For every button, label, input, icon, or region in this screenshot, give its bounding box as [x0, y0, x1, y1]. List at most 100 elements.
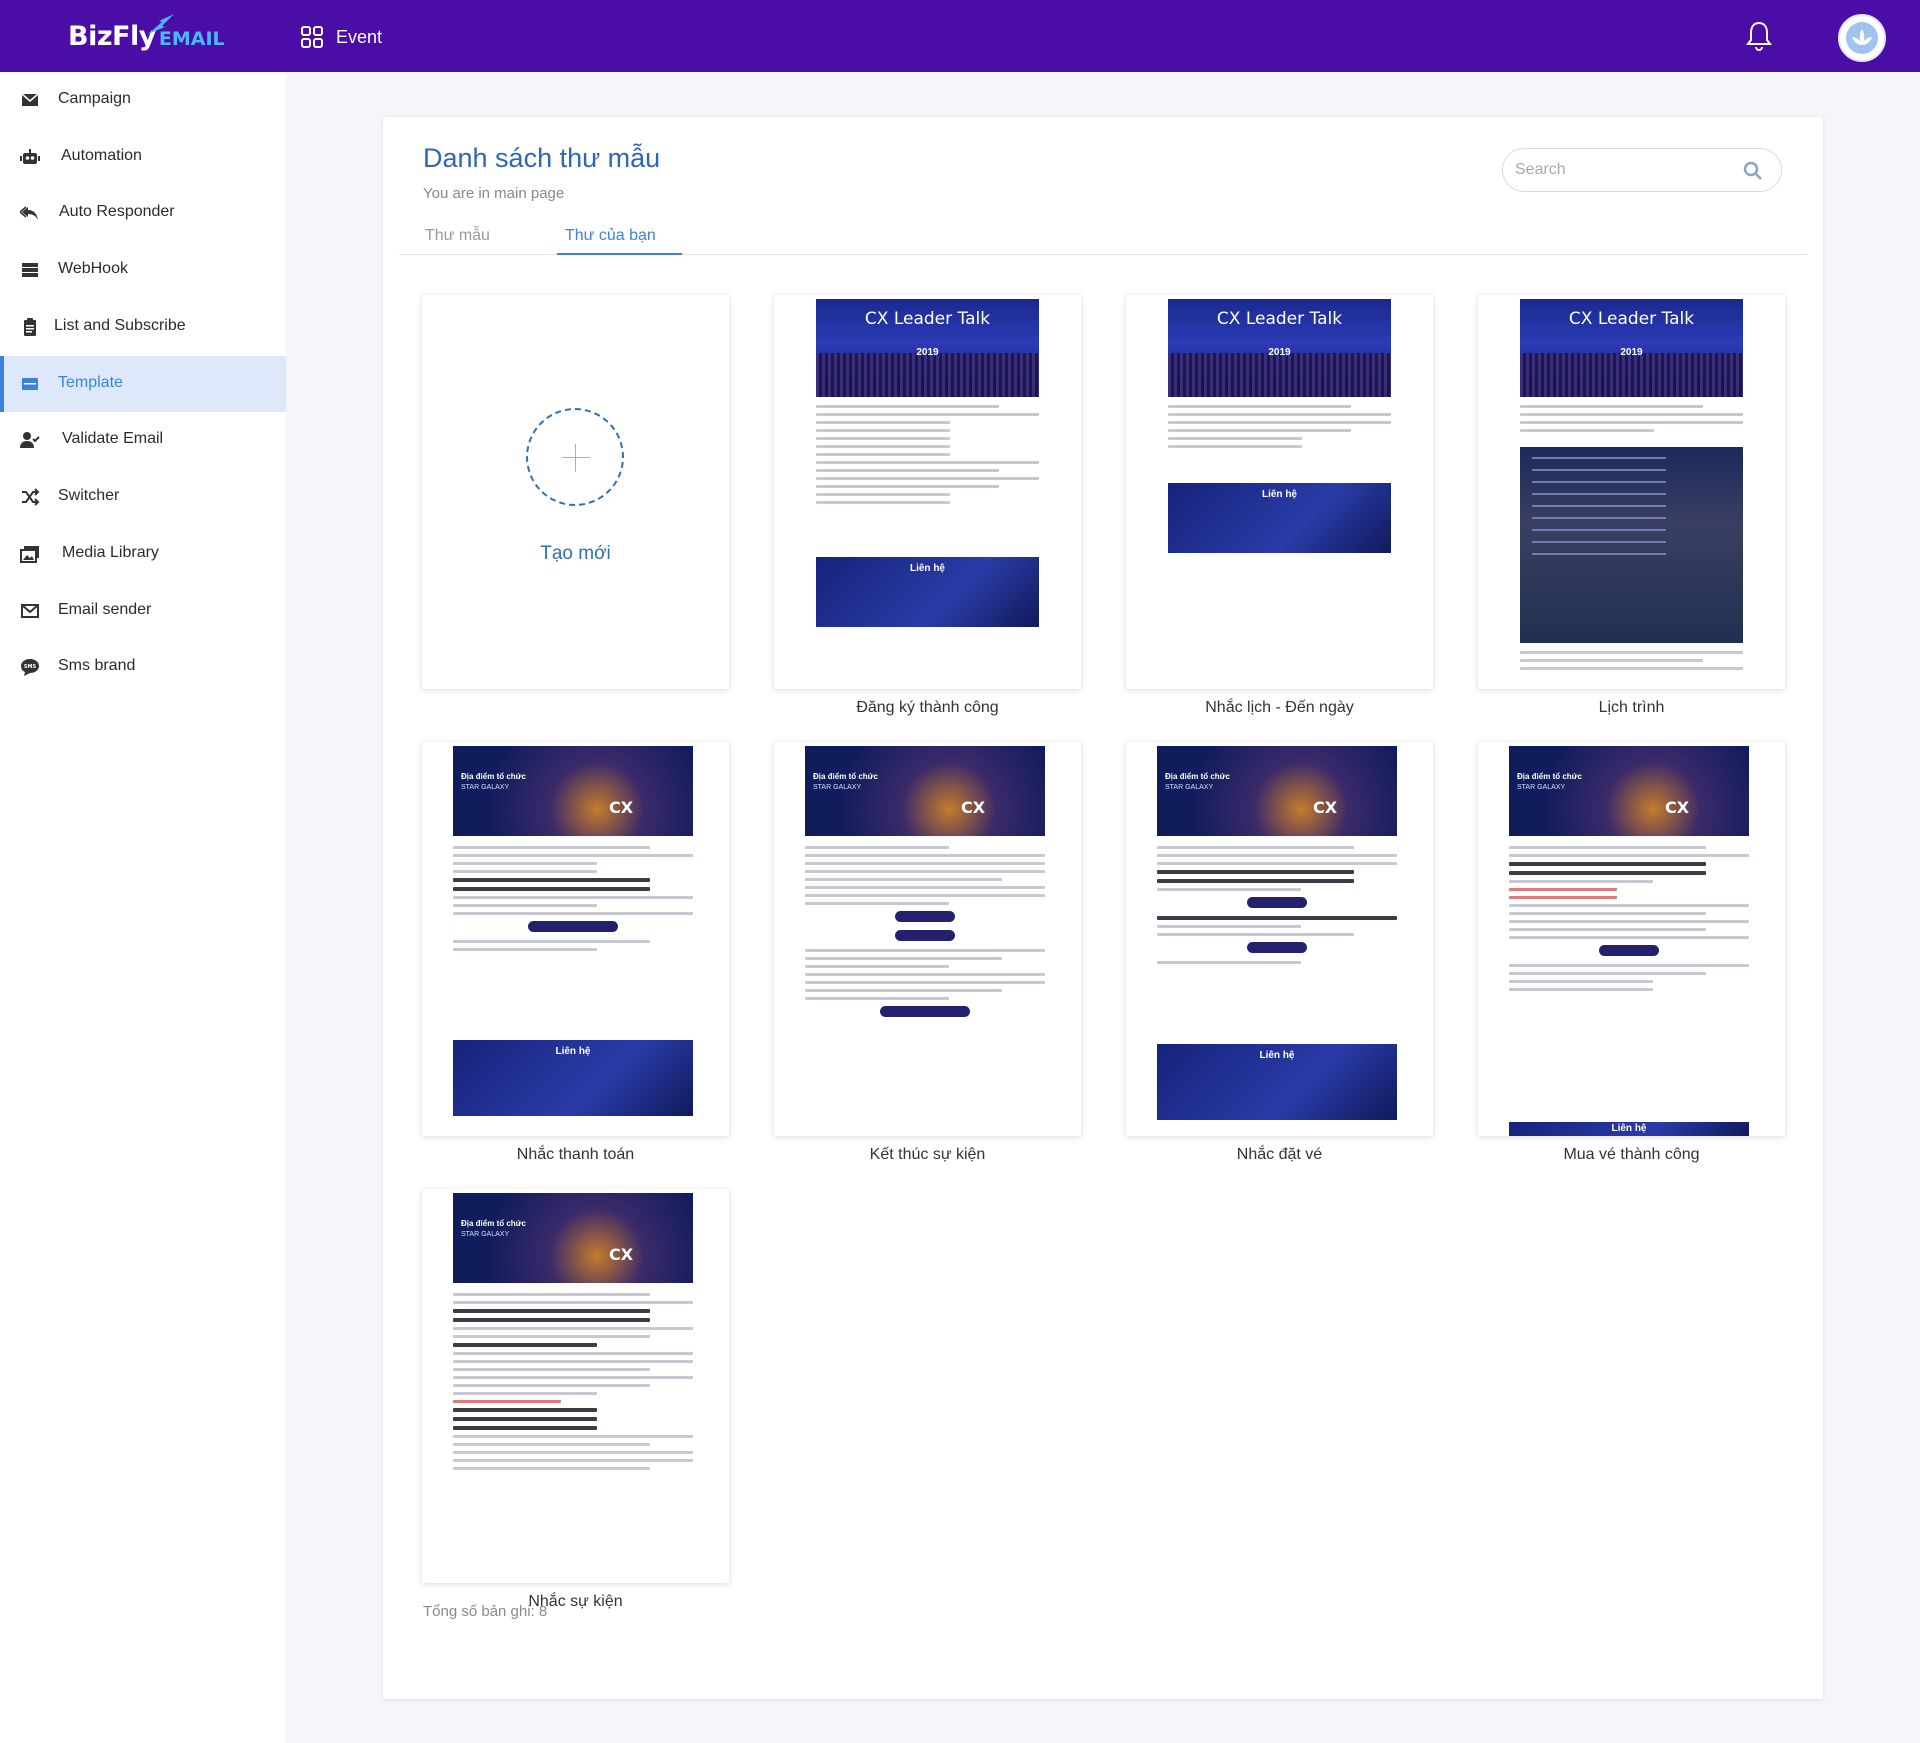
- sidebar-item-validate-email[interactable]: Validate Email: [0, 412, 286, 468]
- sidebar-item-label: Switcher: [58, 487, 120, 504]
- sidebar-item-label: Media Library: [62, 544, 159, 561]
- banner-venue: STAR GALAXY: [1165, 784, 1214, 791]
- banner-title: CX Leader Talk: [864, 309, 991, 329]
- template-name: Mua vé thành công: [1563, 1146, 1700, 1163]
- banner-brand: CX: [609, 798, 634, 817]
- template-preview-text: [453, 1293, 693, 1475]
- template-card[interactable]: Địa điểm tổ chức STAR GALAXY CX Liên hệ: [1126, 742, 1433, 1136]
- create-template-label: Tạo mới: [540, 543, 611, 564]
- template-card[interactable]: Địa điểm tổ chức STAR GALAXY CX Liên hệ: [1478, 742, 1785, 1136]
- clipboard-icon: [24, 318, 36, 336]
- envelope-icon: [21, 93, 39, 106]
- top-navbar: BizFly EMAIL Event: [0, 0, 1920, 72]
- banner-venue: STAR GALAXY: [461, 1231, 510, 1238]
- logo-text: BizFly: [68, 20, 156, 52]
- template-card[interactable]: CX Leader Talk 2019 Liên hệ: [774, 295, 1081, 689]
- banner-year: 2019: [1268, 347, 1291, 358]
- template-preview-text: [1520, 651, 1743, 675]
- user-check-icon: [20, 432, 40, 448]
- template-card[interactable]: Địa điểm tổ chức STAR GALAXY CX: [774, 742, 1081, 1136]
- add-circle-icon: [526, 408, 624, 506]
- footer-title: Liên hệ: [1611, 1123, 1647, 1134]
- sidebar-item-automation[interactable]: Automation: [0, 129, 286, 185]
- grid-icon: [301, 26, 323, 48]
- robot-icon: [20, 149, 40, 164]
- sidebar-item-switcher[interactable]: Switcher: [0, 469, 286, 525]
- sidebar-item-label: List and Subscribe: [54, 317, 186, 334]
- banner-year: 2019: [916, 347, 939, 358]
- sidebar-item-campaign[interactable]: Campaign: [0, 72, 286, 128]
- template-preview-schedule: [1520, 447, 1743, 643]
- template-preview-text: [805, 846, 1045, 1025]
- sidebar-item-label: WebHook: [58, 260, 128, 277]
- sidebar-item-template[interactable]: Template: [0, 356, 286, 412]
- template-name: Lịch trình: [1598, 699, 1665, 716]
- banner-venue: STAR GALAXY: [461, 784, 510, 791]
- template-card[interactable]: CX Leader Talk 2019: [1478, 295, 1785, 689]
- sidebar-item-label: Validate Email: [62, 430, 164, 447]
- template-preview-footer: Liên hệ: [453, 1040, 693, 1116]
- template-preview-banner: CX Leader Talk 2019: [1168, 299, 1391, 397]
- create-template-card[interactable]: Tạo mới: [422, 295, 729, 689]
- search-box: [1502, 148, 1782, 192]
- template-card[interactable]: CX Leader Talk 2019 Liên hệ: [1126, 295, 1433, 689]
- template-preview-banner: Địa điểm tổ chức STAR GALAXY CX: [1509, 746, 1749, 836]
- template-list-panel: Danh sách thư mẫu You are in main page T…: [383, 117, 1823, 1699]
- banner-year: 2019: [1620, 347, 1643, 358]
- template-name: Kết thúc sự kiện: [869, 1146, 986, 1163]
- banner-title: Địa điểm tổ chức: [461, 772, 526, 781]
- sidebar-item-label: Email sender: [58, 601, 152, 618]
- sidebar-item-webhook[interactable]: WebHook: [0, 242, 286, 298]
- template-preview-text: [1157, 846, 1397, 969]
- search-icon[interactable]: [1743, 161, 1763, 181]
- footer-title: Liên hệ: [1259, 1050, 1295, 1061]
- search-input[interactable]: [1515, 161, 1735, 179]
- tab-sample-templates[interactable]: Thư mẫu: [425, 227, 490, 255]
- sidebar-item-list-and-subscribe[interactable]: List and Subscribe: [0, 299, 286, 355]
- template-preview-text: [1509, 846, 1749, 996]
- sidebar-item-sms-brand[interactable]: SMS Sms brand: [0, 639, 286, 695]
- template-icon: [22, 378, 38, 390]
- template-tabs: Thư mẫu Thư của bạn: [399, 217, 1807, 255]
- template-name: Nhắc đặt vé: [1236, 1146, 1323, 1163]
- template-preview-banner: Địa điểm tổ chức STAR GALAXY CX: [1157, 746, 1397, 836]
- template-preview-footer: Liên hệ: [816, 557, 1039, 627]
- sidebar-item-label: Sms brand: [58, 657, 136, 674]
- banner-venue: STAR GALAXY: [813, 784, 862, 791]
- bizfly-email-logo[interactable]: BizFly EMAIL: [68, 14, 225, 56]
- template-preview-footer: Liên hệ: [1168, 483, 1391, 553]
- sidebar-item-label: Automation: [61, 147, 142, 164]
- banner-brand: CX: [1665, 798, 1690, 817]
- template-preview-footer: Liên hệ: [1157, 1044, 1397, 1120]
- sidebar-item-label: Auto Responder: [59, 203, 175, 220]
- logo-bolt-icon: [148, 14, 174, 34]
- event-switcher-button[interactable]: Event: [300, 22, 382, 52]
- sidebar-item-label: Campaign: [58, 90, 131, 107]
- sms-icon: SMS: [21, 659, 39, 676]
- template-card[interactable]: Địa điểm tổ chức STAR GALAXY CX Liên hệ: [422, 742, 729, 1136]
- avatar[interactable]: [1838, 14, 1886, 62]
- banner-title: Địa điểm tổ chức: [813, 772, 878, 781]
- sidebar-item-auto-responder[interactable]: Auto Responder: [0, 185, 286, 241]
- sidebar: Campaign Automation Auto Responder WebHo…: [0, 72, 286, 1743]
- template-card[interactable]: Địa điểm tổ chức STAR GALAXY CX: [422, 1189, 729, 1583]
- template-preview-banner: Địa điểm tổ chức STAR GALAXY CX: [805, 746, 1045, 836]
- sidebar-item-email-sender[interactable]: Email sender: [0, 583, 286, 639]
- template-preview-footer: Liên hệ: [1509, 1122, 1749, 1136]
- banner-title: CX Leader Talk: [1568, 309, 1695, 329]
- sidebar-item-label: Template: [58, 374, 123, 391]
- svg-text:SMS: SMS: [24, 664, 37, 670]
- banner-title: Địa điểm tổ chức: [461, 1219, 526, 1228]
- template-preview-text: [1168, 405, 1391, 453]
- images-icon: [20, 546, 39, 563]
- sidebar-item-media-library[interactable]: Media Library: [0, 526, 286, 582]
- footer-title: Liên hệ: [555, 1046, 591, 1057]
- template-preview-banner: Địa điểm tổ chức STAR GALAXY CX: [453, 746, 693, 836]
- tab-your-templates[interactable]: Thư của bạn: [557, 227, 682, 255]
- event-label: Event: [336, 26, 383, 47]
- template-name: Đăng ký thành công: [856, 699, 999, 716]
- banner-venue: STAR GALAXY: [1517, 784, 1566, 791]
- bell-icon[interactable]: [1744, 20, 1774, 52]
- banner-title: Địa điểm tổ chức: [1165, 772, 1230, 781]
- template-preview-text: [453, 846, 693, 956]
